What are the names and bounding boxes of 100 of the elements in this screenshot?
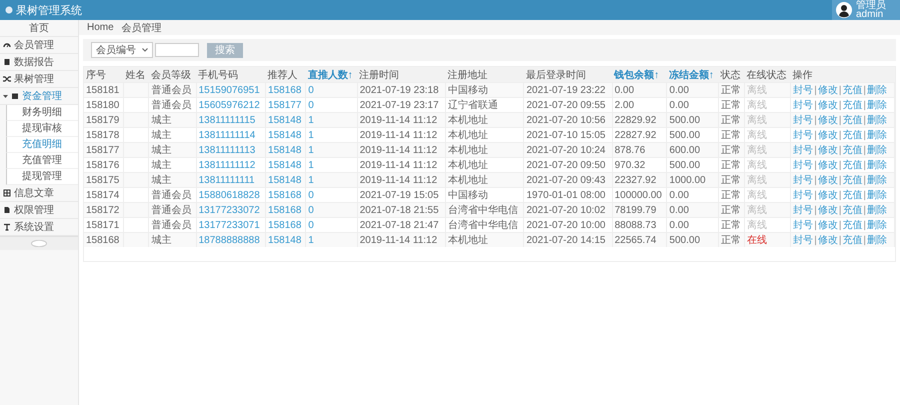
submenu-item[interactable]: 充值管理 — [6, 153, 78, 169]
user-menu[interactable]: 管理员 admin — [832, 0, 900, 20]
sidebar-item[interactable]: 果树管理 — [0, 71, 78, 88]
separator: | — [814, 100, 817, 111]
table-link[interactable]: 158148 — [268, 130, 302, 140]
action-link[interactable]: 删除 — [867, 220, 888, 231]
action-link[interactable]: 删除 — [867, 235, 888, 246]
field-select[interactable]: 会员编号 — [91, 42, 153, 58]
submenu-item[interactable]: 提现管理 — [6, 169, 78, 185]
action-link[interactable]: 修改 — [818, 145, 838, 156]
table-link[interactable]: 13177233071 — [198, 220, 260, 230]
table-link[interactable]: 158148 — [268, 160, 302, 170]
action-link[interactable]: 删除 — [867, 160, 888, 171]
action-link[interactable]: 封号 — [793, 85, 814, 96]
table-link[interactable]: 0 — [308, 220, 314, 230]
action-link[interactable]: 封号 — [793, 190, 814, 201]
action-link[interactable]: 封号 — [793, 100, 814, 111]
table-cell: 中国移动 — [448, 85, 488, 96]
action-link[interactable]: 封号 — [793, 220, 814, 231]
action-link[interactable]: 充值 — [842, 235, 862, 246]
action-link[interactable]: 充值 — [842, 205, 862, 216]
table-link[interactable]: 15880618828 — [198, 190, 260, 200]
table-cell: 0.00 — [669, 204, 689, 216]
action-link[interactable]: 修改 — [818, 115, 838, 126]
table-link[interactable]: 1 — [308, 160, 314, 170]
table-cell: 城主 — [151, 115, 172, 126]
action-link[interactable]: 封号 — [793, 235, 814, 246]
action-link[interactable]: 封号 — [793, 115, 814, 126]
column-header[interactable]: 直推人数↑ — [306, 67, 358, 82]
table-cell: 2019-11-14 11:12 — [360, 144, 438, 156]
action-link[interactable]: 修改 — [818, 205, 838, 216]
search-button[interactable]: 搜索 — [207, 42, 243, 58]
table-link[interactable]: 158168 — [268, 220, 302, 230]
text-icon — [3, 223, 11, 231]
action-link[interactable]: 充值 — [842, 115, 862, 126]
action-link[interactable]: 删除 — [867, 130, 888, 141]
action-link[interactable]: 封号 — [793, 160, 814, 171]
column-header: 注册时间 — [357, 67, 446, 82]
action-link[interactable]: 修改 — [818, 190, 838, 201]
sidebar-item[interactable]: 数据报告 — [0, 54, 78, 71]
action-link[interactable]: 删除 — [867, 85, 888, 96]
action-link[interactable]: 修改 — [818, 160, 838, 171]
table-link[interactable]: 1 — [308, 130, 314, 140]
action-link[interactable]: 封号 — [793, 145, 814, 156]
action-link[interactable]: 封号 — [793, 175, 814, 186]
separator: | — [814, 130, 817, 141]
action-link[interactable]: 充值 — [842, 190, 862, 201]
submenu-item[interactable]: 充值明细 — [6, 137, 78, 153]
action-link[interactable]: 删除 — [867, 100, 888, 111]
submenu-item[interactable]: 提现审核 — [6, 121, 78, 137]
table-link[interactable]: 0 — [308, 100, 314, 110]
breadcrumb-link[interactable]: 会员管理 — [122, 20, 162, 34]
separator: | — [863, 130, 866, 141]
table-link[interactable]: 13811111112 — [198, 160, 256, 170]
table-link[interactable]: 1 — [308, 174, 314, 186]
action-link[interactable]: 修改 — [818, 85, 838, 96]
sidebar-item[interactable]: 首页 — [0, 20, 78, 37]
action-link[interactable]: 充值 — [842, 220, 862, 231]
action-link[interactable]: 充值 — [842, 175, 862, 186]
action-link[interactable]: 修改 — [818, 220, 838, 231]
table-link[interactable]: 0 — [308, 84, 314, 96]
table-link[interactable]: 13811111114 — [198, 130, 256, 140]
action-link[interactable]: 封号 — [793, 205, 814, 216]
table-cell: 2021-07-10 15:05 — [526, 130, 606, 140]
action-link[interactable]: 删除 — [867, 190, 888, 201]
action-link[interactable]: 删除 — [867, 175, 888, 186]
table-link[interactable]: 158177 — [268, 100, 302, 110]
sidebar-item[interactable]: 信息文章 — [0, 185, 78, 202]
table-cell: 158179 — [86, 114, 120, 126]
table-cell: 台湾省中华电信 — [448, 220, 518, 231]
action-link[interactable]: 充值 — [842, 160, 862, 171]
search-field[interactable] — [155, 43, 199, 57]
column-header[interactable]: 冻结金额↑ — [666, 67, 718, 82]
table-cell: 城主 — [151, 235, 172, 246]
action-link[interactable]: 充值 — [842, 145, 862, 156]
action-link[interactable]: 修改 — [818, 235, 838, 246]
breadcrumb-link[interactable]: Home — [87, 22, 114, 33]
action-link[interactable]: 修改 — [818, 100, 838, 111]
action-link[interactable]: 充值 — [842, 100, 862, 111]
column-header[interactable]: 钱包余额↑ — [612, 67, 667, 82]
action-link[interactable]: 删除 — [867, 115, 888, 126]
action-link[interactable]: 封号 — [793, 130, 814, 141]
collapse-handle-icon[interactable] — [31, 240, 47, 247]
table-link[interactable]: 1 — [308, 144, 314, 156]
action-link[interactable]: 修改 — [818, 175, 838, 186]
action-link[interactable]: 充值 — [842, 130, 862, 141]
table-link[interactable]: 158168 — [268, 190, 302, 200]
table-cell: 普通会员 — [151, 100, 192, 111]
table-link[interactable]: 15605976212 — [198, 100, 260, 110]
sidebar-item[interactable]: 权限管理 — [0, 202, 78, 219]
action-link[interactable]: 删除 — [867, 145, 888, 156]
table-link[interactable]: 1 — [308, 234, 314, 246]
action-link[interactable]: 删除 — [867, 205, 888, 216]
action-link[interactable]: 修改 — [818, 130, 838, 141]
submenu-item[interactable]: 财务明细 — [6, 105, 78, 121]
table-link[interactable]: 0 — [308, 190, 314, 200]
action-link[interactable]: 充值 — [842, 85, 862, 96]
sidebar-item[interactable]: 会员管理 — [0, 37, 78, 54]
table-link[interactable]: 0 — [308, 204, 314, 216]
table-link[interactable]: 1 — [308, 114, 314, 126]
